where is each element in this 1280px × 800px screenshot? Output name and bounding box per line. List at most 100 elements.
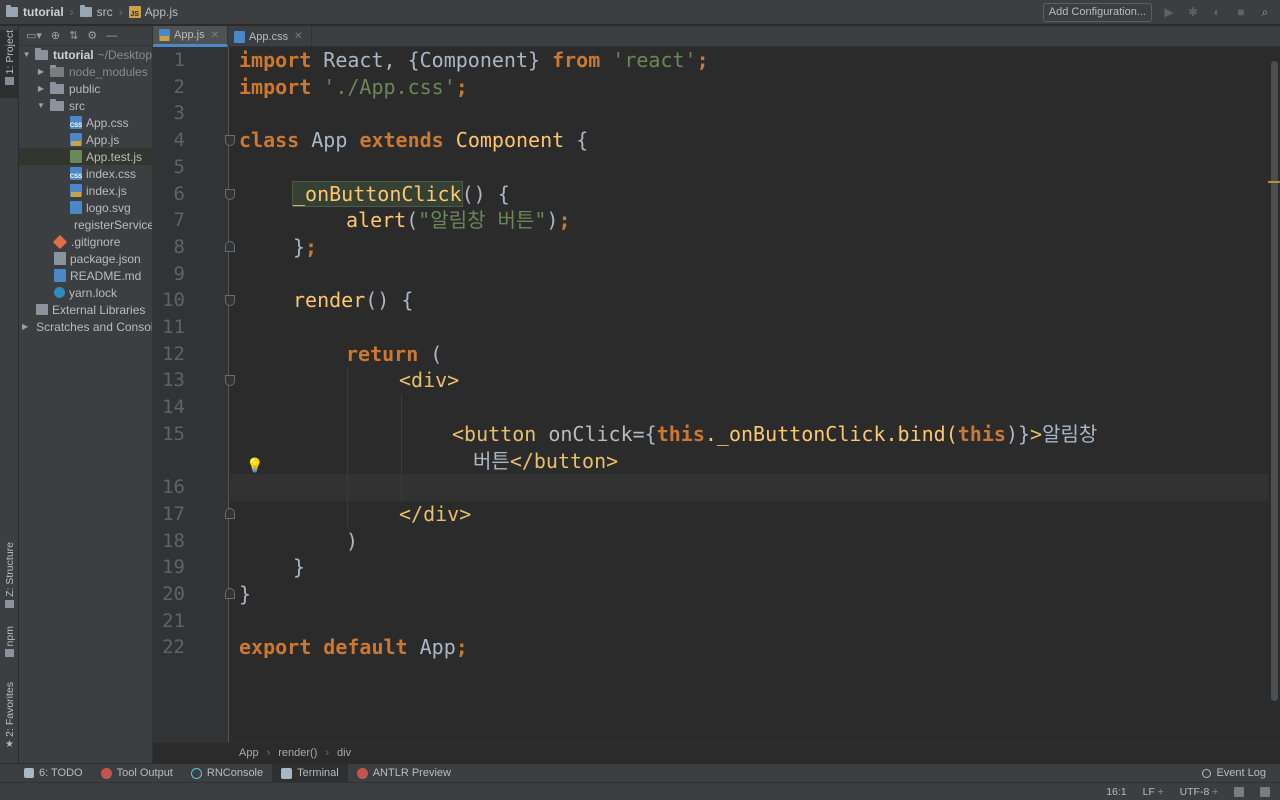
line-number: 15: [162, 422, 185, 445]
tree-root[interactable]: ▼ tutorial ~/Desktop: [19, 46, 152, 63]
tree-item[interactable]: ▶ Scratches and Consoles: [19, 318, 152, 335]
tool-output-button[interactable]: Tool Output: [92, 764, 182, 783]
rnconsole-label: RNConsole: [206, 767, 264, 779]
fold-marker-icon[interactable]: [225, 375, 235, 386]
antlr-preview-label: ANTLR Preview: [372, 767, 451, 779]
add-configuration-button[interactable]: Add Configuration...: [1042, 2, 1152, 22]
line-number: 2: [173, 75, 185, 98]
folder-icon: [50, 98, 64, 111]
antlr-preview-button[interactable]: ANTLR Preview: [348, 764, 460, 783]
line-separator[interactable]: LF ÷: [1143, 786, 1164, 798]
editor-scrollbar[interactable]: [1268, 47, 1280, 742]
fold-marker-icon[interactable]: [225, 241, 235, 252]
npm-icon: [5, 649, 14, 658]
run-icon[interactable]: ▶: [1162, 5, 1176, 19]
expand-arrow-icon[interactable]: ▼: [36, 101, 46, 110]
code-editor[interactable]: 1 2 3 4 5 6 7 8 9 10 11 12 13 14 15 16 1…: [153, 47, 1280, 742]
code-breadcrumb-item[interactable]: App: [239, 747, 259, 759]
code-breadcrumb-item[interactable]: div: [337, 747, 351, 759]
collapse-icon[interactable]: ⇅: [69, 29, 78, 42]
tree-item[interactable]: App.js: [19, 131, 152, 148]
rnconsole-button[interactable]: RNConsole: [182, 764, 272, 783]
fold-marker-icon[interactable]: [225, 588, 235, 599]
tree-item[interactable]: registerServiceWorker.js: [19, 216, 152, 233]
code-line: alert("알림창 버튼");: [346, 208, 571, 233]
inspector-icon[interactable]: [1260, 786, 1270, 797]
file-encoding[interactable]: UTF-8 ÷: [1180, 786, 1218, 798]
structure-icon: [5, 599, 14, 608]
folder-icon: [50, 81, 64, 94]
structure-tool-tab[interactable]: Z: Structure: [0, 542, 19, 614]
star-icon: ★: [5, 738, 14, 750]
css-file-icon: CSS: [70, 116, 82, 129]
fold-marker-icon[interactable]: [225, 189, 235, 200]
tree-item[interactable]: index.js: [19, 182, 152, 199]
terminal-icon: [281, 767, 293, 779]
tree-item[interactable]: ▼ src: [19, 97, 152, 114]
status-bar: 16:1 LF ÷ UTF-8 ÷: [0, 782, 1280, 800]
tree-item-label: public: [69, 81, 101, 96]
tree-item[interactable]: App.test.js: [19, 148, 152, 165]
indent-guide: [347, 367, 348, 527]
collapse-arrow-icon[interactable]: ▶: [22, 322, 28, 331]
intention-bulb-icon[interactable]: 💡: [246, 457, 263, 474]
tree-item-label: App.css: [86, 115, 129, 130]
tree-item[interactable]: CSS App.css: [19, 114, 152, 131]
tree-item[interactable]: logo.svg: [19, 199, 152, 216]
fold-marker-icon[interactable]: [225, 295, 235, 306]
tree-item-label: node_modules: [69, 64, 148, 79]
fold-marker-icon[interactable]: [225, 508, 235, 519]
expand-arrow-icon[interactable]: ▼: [22, 50, 31, 59]
tab-app-css[interactable]: App.css ✕: [228, 26, 312, 47]
navigation-bar: tutorial › src › JS App.js Add Configura…: [0, 0, 1280, 25]
tree-item[interactable]: yarn.lock: [19, 284, 152, 301]
lock-icon[interactable]: [1234, 786, 1244, 797]
tree-item-label: index.js: [86, 183, 127, 198]
breadcrumb-file[interactable]: JS App.js: [123, 0, 184, 25]
collapse-arrow-icon[interactable]: ▶: [36, 67, 46, 76]
scrollbar-thumb[interactable]: [1271, 61, 1278, 701]
code-line: ): [346, 528, 359, 553]
line-number: 7: [173, 209, 185, 232]
tab-app-js[interactable]: App.js ✕: [153, 26, 228, 47]
todo-tool-button[interactable]: 6: TODO: [0, 764, 92, 783]
breadcrumb-src[interactable]: src: [74, 0, 119, 25]
code-line: }: [239, 582, 252, 606]
tree-item[interactable]: ▶ public: [19, 80, 152, 97]
tree-item[interactable]: package.json: [19, 250, 152, 267]
npm-tool-tab[interactable]: npm: [0, 626, 19, 670]
yarn-file-icon: [54, 287, 65, 298]
breadcrumb-separator: ›: [325, 747, 330, 759]
fold-marker-icon[interactable]: [225, 135, 235, 146]
event-log-icon: [1202, 768, 1212, 778]
tree-item[interactable]: ▶ node_modules: [19, 63, 152, 80]
hide-icon[interactable]: —: [106, 30, 117, 42]
tree-item[interactable]: .gitignore: [19, 233, 152, 250]
collapse-arrow-icon[interactable]: ▶: [36, 84, 46, 93]
folder-icon: [5, 77, 14, 86]
event-log-button[interactable]: Event Log: [1202, 767, 1280, 779]
favorites-tool-tab-label: 2: Favorites: [3, 682, 16, 737]
view-selector-icon[interactable]: ▭▾: [26, 29, 42, 42]
code-breadcrumb-item[interactable]: render(): [278, 747, 317, 759]
close-icon[interactable]: ✕: [294, 31, 302, 42]
locate-icon[interactable]: ⊕: [51, 29, 60, 42]
caret-position[interactable]: 16:1: [1106, 786, 1126, 798]
coverage-icon[interactable]: ◐: [1210, 5, 1224, 19]
breadcrumb-project[interactable]: tutorial: [0, 0, 70, 25]
folder-icon: [50, 64, 64, 77]
terminal-button[interactable]: Terminal: [272, 763, 348, 783]
debug-icon[interactable]: ✱: [1186, 5, 1200, 19]
search-everywhere-icon[interactable]: ⌕: [1258, 5, 1272, 20]
tree-item[interactable]: CSS index.css: [19, 165, 152, 182]
close-icon[interactable]: ✕: [211, 30, 219, 41]
project-tool-tab[interactable]: 1: Project: [0, 30, 19, 98]
tree-item[interactable]: README.md: [19, 267, 152, 284]
line-number: 12: [162, 342, 185, 365]
code-line: };: [293, 234, 318, 259]
favorites-tool-tab[interactable]: 2: Favorites ★: [0, 682, 19, 754]
warning-marker[interactable]: [1268, 181, 1280, 183]
stop-icon[interactable]: ■: [1234, 5, 1248, 19]
tree-item[interactable]: External Libraries: [19, 301, 152, 318]
gear-icon[interactable]: ⚙: [87, 29, 97, 42]
